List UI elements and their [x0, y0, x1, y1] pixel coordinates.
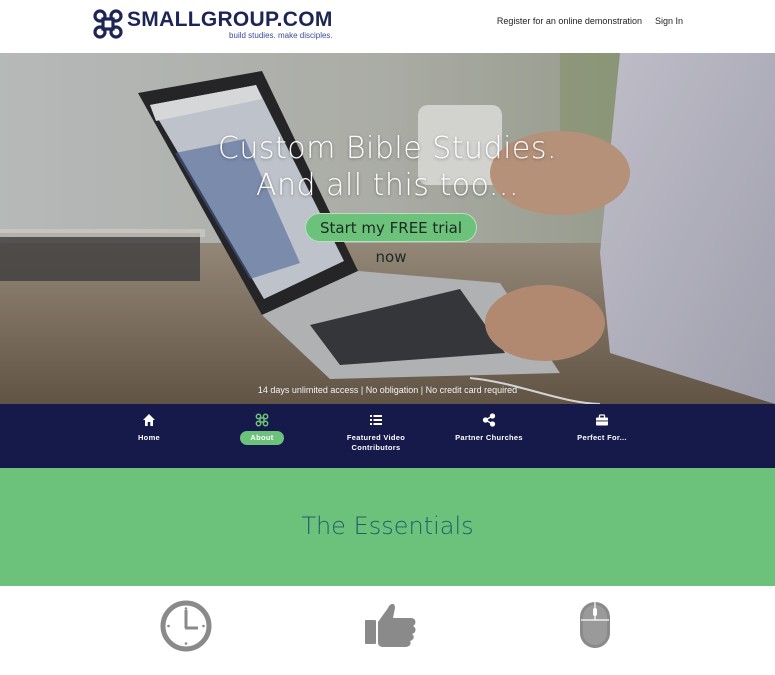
thumbs-up-icon — [365, 603, 416, 647]
mouse-icon — [580, 602, 610, 648]
nav-item-perfect-for[interactable]: Perfect For... — [547, 413, 657, 443]
nav-label-featured-line2: Contributors — [351, 443, 401, 452]
nav-label-home: Home — [137, 433, 161, 442]
register-demo-link[interactable]: Register for an online demonstration — [497, 16, 642, 26]
logo-tagline: build studies. make disciples. — [229, 31, 333, 40]
command-logo-icon — [93, 9, 123, 39]
briefcase-icon — [596, 414, 608, 426]
feature-icons-row — [0, 586, 775, 675]
nav-item-about[interactable]: About — [207, 413, 317, 445]
clock-icon — [160, 600, 212, 652]
nav-label-perfect-for: Perfect For... — [577, 433, 627, 442]
hero-title-line1: Custom Bible Studies. — [217, 131, 558, 166]
trial-terms-note: 14 days unlimited access | No obligation… — [257, 385, 518, 395]
logo[interactable]: SMALLGROUP.COM build studies. make disci… — [92, 8, 333, 40]
command-icon — [255, 413, 269, 427]
hero-title-line2: And all this too... — [255, 168, 520, 203]
section-nav: Home About Featured Video Contributors P… — [0, 404, 775, 468]
nav-label-partner-churches: Partner Churches — [455, 433, 523, 442]
hero-banner: Custom Bible Studies. And all this too..… — [0, 53, 775, 404]
list-icon — [370, 415, 382, 425]
top-nav: Register for an online demonstration Sig… — [497, 16, 683, 26]
nav-item-featured-video-contributors[interactable]: Featured Video Contributors — [321, 413, 431, 453]
logo-name: SMALLGROUP.COM — [127, 8, 333, 31]
nav-label-featured-line1: Featured Video — [346, 433, 406, 442]
nav-label-about: About — [240, 431, 284, 445]
share-icon — [482, 413, 496, 427]
nav-item-partner-churches[interactable]: Partner Churches — [434, 413, 544, 443]
site-header: SMALLGROUP.COM build studies. make disci… — [0, 0, 775, 53]
sign-in-link[interactable]: Sign In — [655, 16, 683, 26]
start-free-trial-button[interactable]: Start my FREE trial now — [305, 213, 477, 266]
home-icon — [143, 414, 155, 426]
essentials-title: The Essentials — [301, 512, 474, 540]
essentials-section: The Essentials — [0, 468, 775, 586]
nav-item-home[interactable]: Home — [94, 413, 204, 443]
